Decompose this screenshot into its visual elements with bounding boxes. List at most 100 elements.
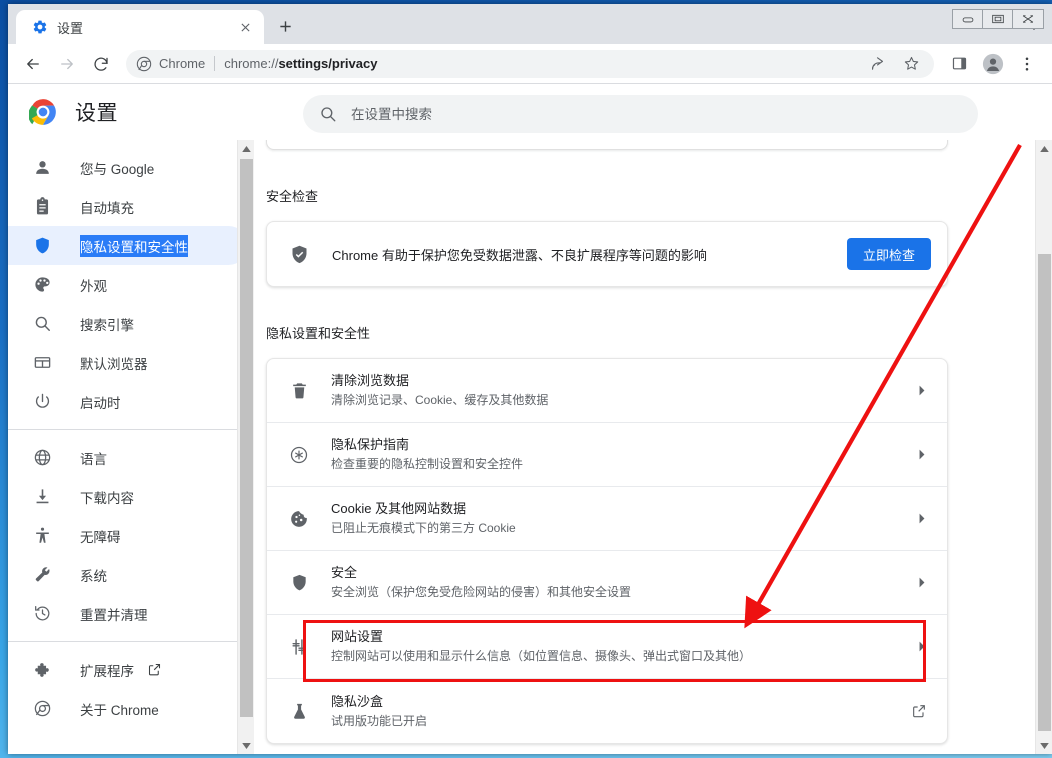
scroll-down-arrow-icon[interactable] bbox=[238, 737, 255, 754]
scroll-up-arrow-icon[interactable] bbox=[1036, 140, 1052, 157]
gear-icon bbox=[32, 19, 48, 35]
list-item-cookies-and-site-data[interactable]: Cookie 及其他网站数据 已阻止无痕模式下的第三方 Cookie bbox=[267, 487, 947, 551]
scroll-down-arrow-icon[interactable] bbox=[1036, 737, 1052, 754]
sidebar-item-accessibility[interactable]: 无障碍 bbox=[8, 516, 248, 555]
new-tab-button[interactable] bbox=[270, 11, 300, 41]
list-item-privacy-sandbox[interactable]: 隐私沙盒 试用版功能已开启 bbox=[267, 679, 947, 743]
share-icon[interactable] bbox=[863, 50, 891, 78]
chrome-icon bbox=[136, 56, 152, 72]
sidebar-item-label: 重置并清理 bbox=[80, 607, 148, 623]
list-item-title: Cookie 及其他网站数据 bbox=[331, 501, 467, 516]
list-item-security[interactable]: 安全 安全浏览（保护您免受危险网站的侵害）和其他安全设置 bbox=[267, 551, 947, 615]
search-input[interactable] bbox=[351, 106, 978, 122]
shield-icon bbox=[289, 573, 309, 593]
shield-icon bbox=[32, 236, 52, 256]
sidebar-item-downloads[interactable]: 下载内容 bbox=[8, 477, 248, 516]
sidebar-item-you-and-google[interactable]: 您与 Google bbox=[8, 148, 248, 187]
tab-title: 设置 bbox=[57, 20, 84, 36]
flask-icon bbox=[289, 701, 309, 721]
sidebar-item-on-startup[interactable]: 启动时 bbox=[8, 382, 248, 421]
settings-header: 设置 bbox=[8, 84, 1052, 140]
sidebar-item-extensions[interactable]: 扩展程序 bbox=[8, 650, 248, 689]
sidebar-item-appearance[interactable]: 外观 bbox=[8, 265, 248, 304]
sidebar-item-search-engine[interactable]: 搜索引擎 bbox=[8, 304, 248, 343]
browser-toolbar: Chrome chrome://settings/privacy bbox=[8, 44, 1052, 84]
address-bar[interactable]: Chrome chrome://settings/privacy bbox=[126, 49, 934, 78]
run-safety-check-button[interactable]: 立即检查 bbox=[846, 238, 931, 270]
scroll-up-arrow-icon[interactable] bbox=[238, 140, 255, 157]
chevron-right-icon bbox=[917, 384, 927, 397]
settings-page: 设置 在设置中搜索 您与 Google 自动填充 隐私设置和安全性 外观 搜索引… bbox=[8, 84, 1052, 754]
sidebar-item-label: 您与 Google bbox=[80, 161, 155, 177]
sidebar-scrollbar-thumb[interactable] bbox=[240, 159, 253, 717]
list-item-clear-browsing-data[interactable]: 清除浏览数据 清除浏览记录、Cookie、缓存及其他数据 bbox=[267, 359, 947, 423]
sidebar-scrollbar[interactable] bbox=[237, 140, 254, 754]
sidebar-item-label: 系统 bbox=[80, 568, 107, 584]
omnibox-scheme-label: Chrome bbox=[159, 56, 206, 71]
arrow-right-icon bbox=[53, 50, 81, 78]
privacy-guide-icon bbox=[289, 445, 309, 465]
sidebar-item-label: 下载内容 bbox=[80, 490, 134, 506]
settings-main: 安全检查 Chrome 有助于保护您免受数据泄露、不良扩展程序等问题的影响 立即… bbox=[254, 140, 1052, 754]
cookie-icon bbox=[289, 509, 309, 529]
omnibox-url: chrome://settings/privacy bbox=[224, 56, 377, 71]
history-restore-icon bbox=[32, 604, 52, 624]
download-icon bbox=[32, 487, 52, 507]
external-link-icon bbox=[147, 662, 162, 677]
maximize-button[interactable] bbox=[983, 10, 1013, 28]
section-title-safety-check: 安全检查 bbox=[266, 189, 319, 204]
avatar-icon[interactable] bbox=[979, 50, 1007, 78]
side-panel-icon[interactable] bbox=[945, 50, 973, 78]
settings-body: 您与 Google 自动填充 隐私设置和安全性 外观 搜索引擎 默认浏览器 启动… bbox=[8, 140, 1052, 754]
sidebar-item-reset-and-cleanup[interactable]: 重置并清理 bbox=[8, 594, 248, 633]
tab-strip: 设置 bbox=[8, 4, 1052, 44]
main-scrollbar[interactable] bbox=[1035, 140, 1052, 754]
reload-icon[interactable] bbox=[87, 50, 115, 78]
chrome-outline-icon bbox=[32, 699, 52, 719]
globe-icon bbox=[32, 448, 52, 468]
omnibox-url-prefix: chrome:// bbox=[224, 56, 279, 71]
settings-sidebar: 您与 Google 自动填充 隐私设置和安全性 外观 搜索引擎 默认浏览器 启动… bbox=[8, 140, 254, 754]
list-item-text: 隐私保护指南 检查重要的隐私控制设置和安全控件 bbox=[331, 435, 917, 474]
main-scrollbar-thumb[interactable] bbox=[1038, 254, 1051, 731]
close-icon[interactable] bbox=[236, 18, 254, 36]
minimize-button[interactable] bbox=[953, 10, 983, 28]
omnibox-divider bbox=[214, 56, 216, 71]
list-item-privacy-guide[interactable]: 隐私保护指南 检查重要的隐私控制设置和安全控件 bbox=[267, 423, 947, 487]
settings-search[interactable] bbox=[303, 95, 978, 133]
previous-card-stub bbox=[266, 140, 948, 150]
chevron-right-icon bbox=[917, 448, 927, 461]
arrow-left-icon[interactable] bbox=[19, 50, 47, 78]
sidebar-item-about-chrome[interactable]: 关于 Chrome bbox=[8, 689, 248, 728]
omnibox-url-path: settings/privacy bbox=[278, 56, 378, 71]
power-icon bbox=[32, 392, 52, 412]
sidebar-divider bbox=[8, 641, 248, 642]
window-controls bbox=[952, 9, 1044, 29]
settings-scroll-region: 安全检查 Chrome 有助于保护您免受数据泄露、不良扩展程序等问题的影响 立即… bbox=[254, 140, 1035, 754]
accessibility-icon bbox=[32, 526, 52, 546]
list-item-title: 网站设置 bbox=[331, 629, 384, 644]
list-item-subtitle: 已阻止无痕模式下的第三方 Cookie bbox=[331, 521, 516, 535]
list-item-subtitle: 试用版功能已开启 bbox=[331, 713, 428, 728]
sidebar-item-system[interactable]: 系统 bbox=[8, 555, 248, 594]
star-icon[interactable] bbox=[897, 50, 925, 78]
list-item-subtitle: 安全浏览（保护您免受危险网站的侵害）和其他安全设置 bbox=[331, 585, 632, 599]
close-button[interactable] bbox=[1013, 10, 1043, 28]
chevron-right-icon bbox=[917, 640, 927, 653]
sidebar-item-default-browser[interactable]: 默认浏览器 bbox=[8, 343, 248, 382]
chevron-right-icon bbox=[917, 512, 927, 525]
trash-icon bbox=[289, 381, 309, 401]
sidebar-item-label: 隐私设置和安全性 bbox=[80, 234, 188, 257]
sidebar-item-label: 语言 bbox=[80, 451, 107, 467]
search-icon bbox=[32, 314, 52, 334]
wrench-icon bbox=[32, 565, 52, 585]
sidebar-item-privacy-and-security[interactable]: 隐私设置和安全性 bbox=[8, 226, 248, 265]
chrome-logo bbox=[28, 98, 57, 126]
sidebar-item-languages[interactable]: 语言 bbox=[8, 438, 248, 477]
tab-settings[interactable]: 设置 bbox=[16, 10, 264, 44]
list-item-subtitle: 清除浏览记录、Cookie、缓存及其他数据 bbox=[331, 393, 549, 407]
list-item-site-settings[interactable]: 网站设置 控制网站可以使用和显示什么信息（如位置信息、摄像头、弹出式窗口及其他） bbox=[267, 615, 947, 679]
sidebar-item-autofill[interactable]: 自动填充 bbox=[8, 187, 248, 226]
three-dot-menu-icon[interactable] bbox=[1013, 50, 1041, 78]
list-item-title: 隐私保护指南 bbox=[331, 437, 410, 452]
